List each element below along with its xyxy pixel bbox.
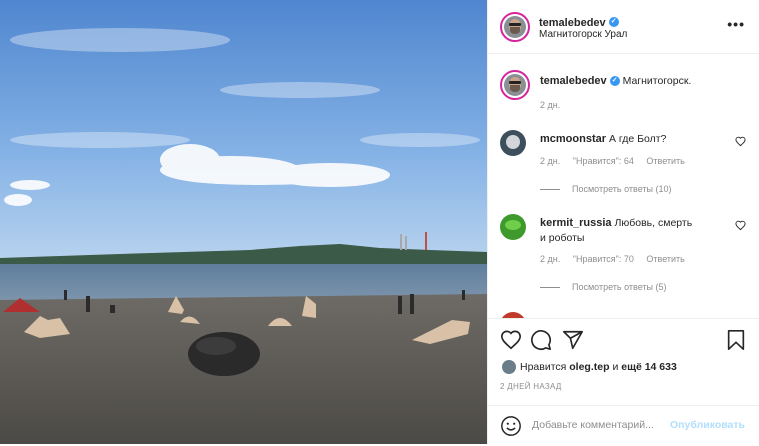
caption-avatar[interactable] [500, 70, 530, 100]
comment-likes[interactable]: "Нравится": 64 [573, 156, 634, 166]
caption-meta: 2 дн. [540, 100, 570, 110]
heart-icon[interactable] [500, 329, 522, 351]
post-photo[interactable] [0, 0, 487, 444]
view-replies-button[interactable]: Посмотреть ответы (10) [540, 184, 672, 194]
reply-button[interactable]: Ответить [646, 254, 684, 264]
view-replies-button[interactable]: Посмотреть ответы (5) [540, 282, 667, 292]
likes-count[interactable]: ещё 14 633 [621, 361, 677, 373]
view-replies-label: Посмотреть ответы (10) [572, 184, 672, 194]
comment-avatar[interactable] [500, 130, 526, 156]
emoji-icon[interactable] [500, 415, 522, 437]
caption-username[interactable]: temalebedev [540, 75, 607, 87]
comment-like-heart-icon[interactable] [735, 220, 746, 231]
post-actions: Нравится oleg.tep и ещё 14 633 2 ДНЕЙ НА… [488, 318, 759, 445]
more-icon[interactable]: ••• [727, 16, 745, 32]
publish-button[interactable]: Опубликовать [670, 419, 745, 431]
author-avatar[interactable] [500, 12, 530, 42]
post-header: temalebedev ✓ Магнитогорск Урал ••• [488, 0, 759, 54]
post-location[interactable]: Магнитогорск Урал [539, 29, 627, 40]
comment-username[interactable]: mcmoonstar [540, 133, 606, 145]
verified-icon: ✓ [609, 76, 620, 87]
comment-icon[interactable] [530, 329, 552, 351]
comment-item: kermit_russia Любовь, смерть и роботы 2 … [500, 212, 750, 292]
liker-avatar[interactable] [502, 360, 516, 374]
add-comment-bar: Добавьте комментарий... Опубликовать [488, 405, 759, 446]
comment-username[interactable]: kermit_russia [540, 217, 612, 229]
comment-avatar[interactable] [500, 214, 526, 240]
view-replies-label: Посмотреть ответы (5) [572, 282, 667, 292]
liker-username[interactable]: oleg.tep [569, 361, 609, 373]
comment-like-heart-icon[interactable] [735, 136, 746, 147]
comment-likes[interactable]: "Нравится": 70 [573, 254, 634, 264]
caption-time[interactable]: 2 дн. [540, 100, 560, 110]
comment-text: А где Болт? [608, 133, 667, 145]
author-username[interactable]: temalebedev [539, 17, 606, 29]
caption-text: Магнитогорск. [622, 75, 692, 87]
comment-time[interactable]: 2 дн. [540, 156, 560, 166]
beach-photo-image [0, 0, 487, 444]
bookmark-icon[interactable] [725, 329, 747, 351]
comment-input[interactable]: Добавьте комментарий... [532, 419, 654, 431]
caption-item: temalebedev ✓ Магнитогорск. 2 дн. [500, 68, 750, 118]
verified-icon: ✓ [608, 16, 619, 27]
post-side-panel: temalebedev ✓ Магнитогорск Урал ••• temal… [487, 0, 759, 444]
comment-item: mcmoonstar А где Болт? 2 дн. "Нравится":… [500, 128, 750, 198]
likes-summary: Нравится oleg.tep и ещё 14 633 [502, 360, 677, 374]
comments-list[interactable]: temalebedev ✓ Магнитогорск. 2 дн. mcmoons… [488, 54, 759, 318]
comment-time[interactable]: 2 дн. [540, 254, 560, 264]
post-timestamp[interactable]: 2 ДНЕЙ НАЗАД [500, 382, 562, 391]
share-icon[interactable] [562, 329, 584, 351]
reply-button[interactable]: Ответить [646, 156, 684, 166]
